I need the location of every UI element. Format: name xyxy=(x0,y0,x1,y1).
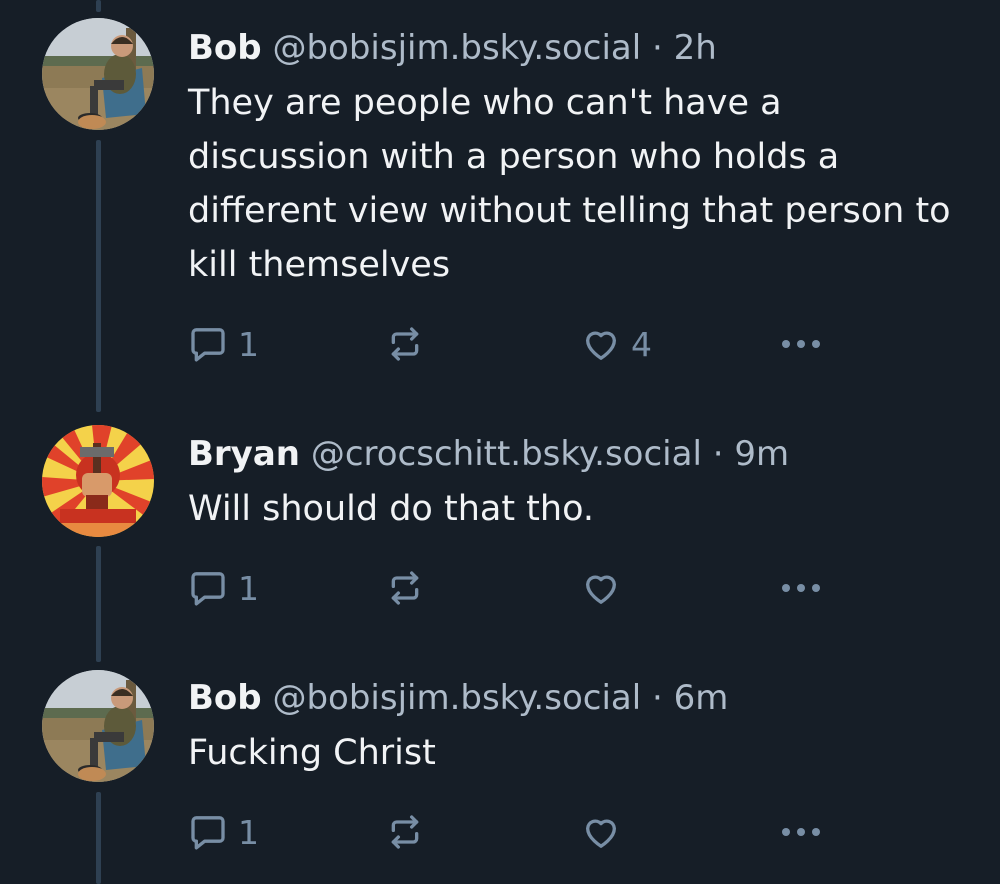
post-header: Bob @bobisjim.bsky.social · 6m xyxy=(188,676,960,720)
reply-button[interactable]: 1 xyxy=(188,810,259,854)
reply-icon xyxy=(191,328,225,362)
avatar-photo-bob xyxy=(42,670,154,782)
thread-line xyxy=(96,140,101,412)
repost-icon xyxy=(391,815,419,849)
like-count: 4 xyxy=(631,324,652,364)
handle[interactable]: @bobisjim.bsky.social xyxy=(272,28,641,68)
more-options-icon xyxy=(782,584,820,592)
post-actions: 1 4 xyxy=(188,322,838,366)
heart-icon xyxy=(586,819,616,848)
reply-count: 1 xyxy=(238,324,259,364)
post-text: Will should do that tho. xyxy=(188,489,595,529)
display-name[interactable]: Bob xyxy=(188,28,262,68)
more-options-icon xyxy=(782,828,820,836)
timestamp[interactable]: 9m xyxy=(734,434,789,474)
more-options-button[interactable] xyxy=(778,322,824,366)
reply-icon xyxy=(191,572,225,606)
thread-line xyxy=(96,792,101,884)
reply-count: 1 xyxy=(238,568,259,608)
thread-line xyxy=(96,0,101,12)
post-header: Bryan @crocschitt.bsky.social · 9m xyxy=(188,432,960,476)
timestamp[interactable]: 2h xyxy=(674,28,717,68)
post-header: Bob @bobisjim.bsky.social · 2h xyxy=(188,26,960,70)
avatar[interactable] xyxy=(42,18,154,130)
avatar[interactable] xyxy=(42,425,154,537)
like-button[interactable]: 4 xyxy=(581,322,652,366)
heart-icon xyxy=(586,331,616,360)
reply-icon xyxy=(191,816,225,850)
handle[interactable]: @bobisjim.bsky.social xyxy=(272,678,641,718)
avatar[interactable] xyxy=(42,670,154,782)
reply-button[interactable]: 1 xyxy=(188,566,259,610)
thread: Bob @bobisjim.bsky.social · 2h They are … xyxy=(0,0,1000,884)
separator-dot: · xyxy=(652,678,663,718)
post-text: Fucking Christ xyxy=(188,733,436,773)
like-button[interactable] xyxy=(581,810,631,854)
separator-dot: · xyxy=(712,434,724,474)
handle[interactable]: @crocschitt.bsky.social xyxy=(311,434,702,474)
post-actions: 1 xyxy=(188,810,838,854)
repost-button[interactable] xyxy=(385,810,435,854)
more-options-button[interactable] xyxy=(778,810,824,854)
post-actions: 1 xyxy=(188,566,838,610)
reply-button[interactable]: 1 xyxy=(188,322,259,366)
post-text: They are people who can't have a discuss… xyxy=(188,83,951,285)
display-name[interactable]: Bryan xyxy=(188,434,300,474)
timestamp[interactable]: 6m xyxy=(674,678,729,718)
avatar-photo-bob xyxy=(42,18,154,130)
display-name[interactable]: Bob xyxy=(188,678,262,718)
more-options-button[interactable] xyxy=(778,566,824,610)
avatar-propaganda-art xyxy=(42,425,154,537)
more-options-icon xyxy=(782,340,820,348)
thread-line xyxy=(96,546,101,662)
repost-button[interactable] xyxy=(385,322,435,366)
repost-icon xyxy=(391,571,419,605)
heart-icon xyxy=(586,575,616,604)
reply-count: 1 xyxy=(238,812,259,852)
repost-button[interactable] xyxy=(385,566,435,610)
separator-dot: · xyxy=(652,28,663,68)
repost-icon xyxy=(391,327,419,361)
like-button[interactable] xyxy=(581,566,631,610)
